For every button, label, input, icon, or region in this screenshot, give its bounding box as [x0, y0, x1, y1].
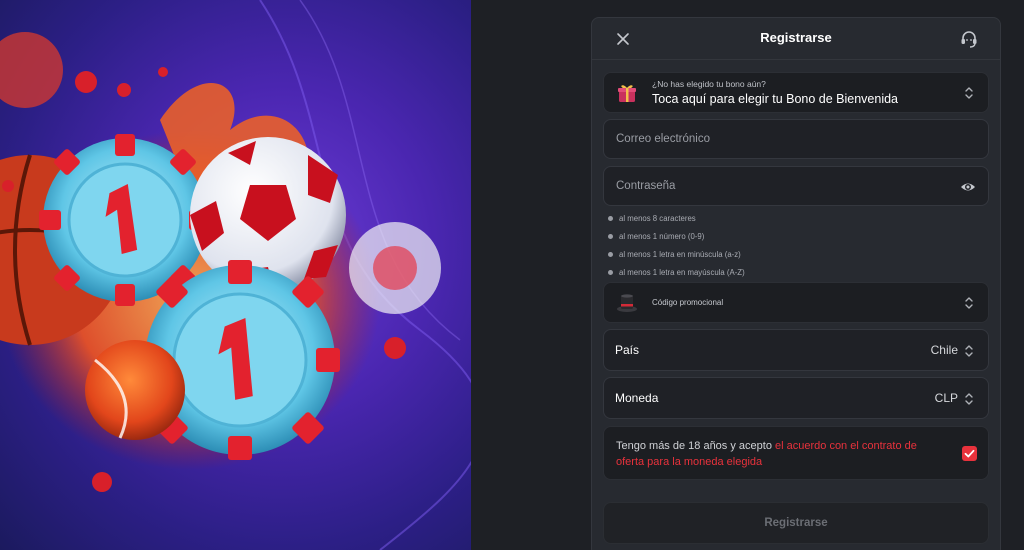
- bullet-icon: [608, 234, 613, 239]
- password-placeholder: Contraseña: [616, 180, 676, 192]
- terms-text: Tengo más de 18 años y acepto el acuerdo…: [616, 438, 946, 470]
- email-field[interactable]: Correo electrónico: [603, 119, 989, 159]
- bullet-icon: [608, 252, 613, 257]
- terms-checkbox[interactable]: [962, 446, 977, 461]
- promo-banner-image: [0, 0, 471, 550]
- password-rule-text: al menos 1 letra en mayúscula (A-Z): [619, 268, 745, 277]
- eye-icon[interactable]: [960, 179, 976, 195]
- password-rules-list: al menos 8 caracteres al menos 1 número …: [606, 214, 745, 286]
- chevron-updown-icon: [965, 345, 973, 357]
- promo-code-selector[interactable]: Código promocional: [603, 282, 989, 323]
- currency-value: CLP: [934, 391, 958, 405]
- password-rule-text: al menos 8 caracteres: [619, 214, 696, 223]
- email-placeholder: Correo electrónico: [616, 133, 710, 145]
- modal-header: Registrarse: [592, 18, 1000, 60]
- register-button[interactable]: Registrarse: [603, 502, 989, 544]
- gift-icon: [618, 85, 636, 102]
- bonus-selector[interactable]: ¿No has elegido tu bono aún? Toca aquí p…: [603, 72, 989, 113]
- headset-icon[interactable]: [958, 28, 980, 50]
- chevron-updown-icon: [965, 393, 973, 405]
- bonus-label: Toca aquí para elegir tu Bono de Bienven…: [652, 92, 899, 106]
- currency-select[interactable]: Moneda CLP: [603, 377, 989, 419]
- terms-statement: Tengo más de 18 años y acepto: [616, 440, 772, 452]
- password-field[interactable]: Contraseña: [603, 166, 989, 206]
- country-label: País: [615, 343, 640, 357]
- password-rule-text: al menos 1 letra en minúscula (a-z): [619, 250, 741, 259]
- password-rule: al menos 8 caracteres: [606, 214, 745, 232]
- terms-agreement: Tengo más de 18 años y acepto el acuerdo…: [603, 426, 989, 480]
- country-value: Chile: [930, 343, 958, 357]
- top-hat-icon: [617, 294, 637, 312]
- promo-code-label: Código promocional: [652, 298, 724, 307]
- registration-modal: Registrarse ¿No has elegido tu bono aún?…: [591, 17, 1001, 550]
- checkmark-icon: [964, 449, 975, 458]
- modal-title: Registrarse: [760, 30, 832, 45]
- currency-label: Moneda: [615, 391, 659, 405]
- password-rule: al menos 1 número (0-9): [606, 232, 745, 250]
- promo-artwork: [0, 0, 471, 550]
- password-rule-text: al menos 1 número (0-9): [619, 232, 705, 241]
- password-rule: al menos 1 letra en minúscula (a-z): [606, 250, 745, 268]
- chevron-updown-icon: [965, 297, 973, 309]
- bullet-icon: [608, 270, 613, 275]
- chevron-updown-icon: [965, 87, 973, 99]
- country-select[interactable]: País Chile: [603, 329, 989, 371]
- bullet-icon: [608, 216, 613, 221]
- bonus-question: ¿No has elegido tu bono aún?: [652, 79, 766, 89]
